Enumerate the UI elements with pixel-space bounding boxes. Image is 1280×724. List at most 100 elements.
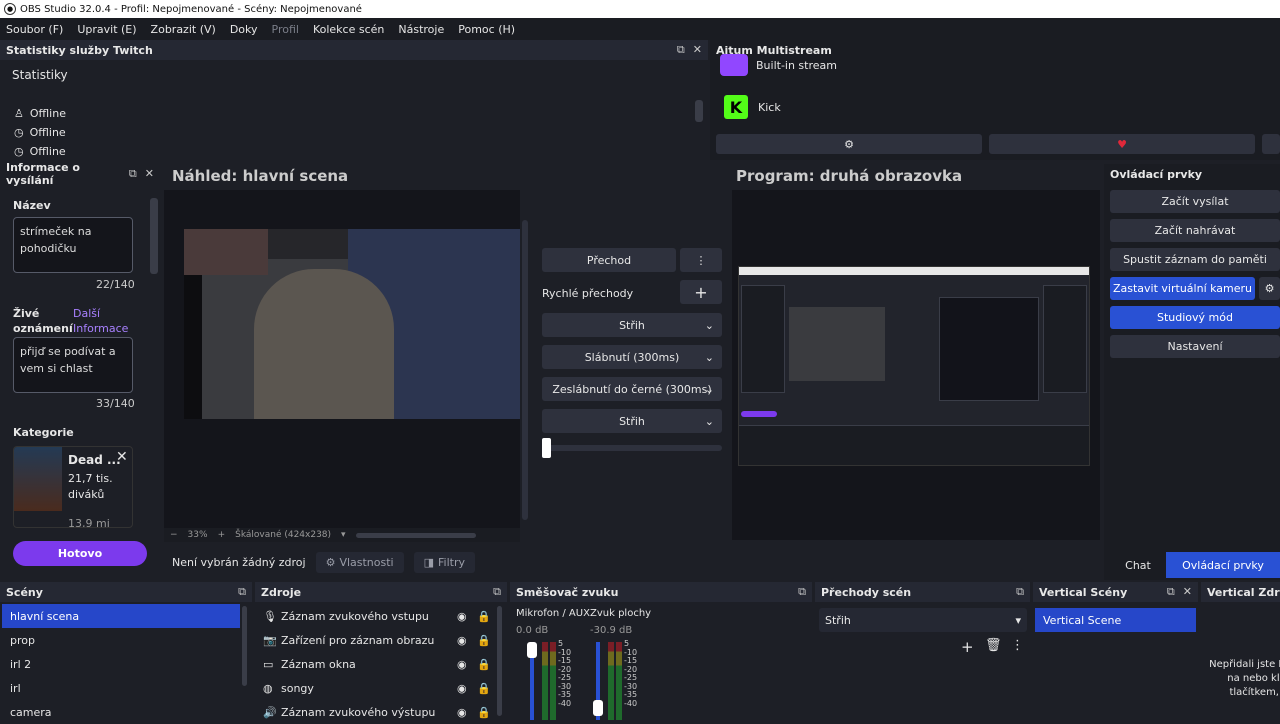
filters-button[interactable]: ◨ Filtry	[413, 551, 475, 573]
menu-profile[interactable]: Profil	[272, 23, 299, 36]
category-card[interactable]: Dead ... 21,7 tis. diváků 13,9 mi ✕	[13, 446, 133, 528]
heart-button[interactable]: ♥	[989, 134, 1255, 154]
close-icon[interactable]: ✕	[1183, 585, 1192, 599]
source-label: Zařízení pro záznam obrazu	[281, 633, 435, 647]
volume-handle[interactable]	[593, 700, 603, 716]
vu-scale: 5 -10 -15 -20 -25 -30 -35 -40	[624, 639, 637, 708]
dock-title: Informace o vysílání	[6, 161, 80, 187]
scene-item[interactable]: hlavní scena	[2, 604, 240, 628]
more-options-icon[interactable]: ⋮	[1011, 638, 1024, 653]
add-quick-transition-icon[interactable]: +	[680, 280, 722, 304]
scale-mode[interactable]: Škálované (424x238)	[235, 530, 331, 540]
quick-transition-fade[interactable]: Slábnutí (300ms) ⌄	[542, 345, 722, 369]
scene-item[interactable]: prop	[2, 628, 240, 652]
zoom-out-icon[interactable]: −	[170, 530, 178, 540]
transition-label: Slábnutí (300ms)	[584, 350, 680, 364]
scrollbar[interactable]	[150, 198, 158, 274]
visibility-eye-icon[interactable]: ◉	[457, 610, 477, 623]
float-icon[interactable]: ⧉	[798, 585, 806, 599]
more-button[interactable]	[1262, 134, 1280, 154]
float-icon[interactable]: ⧉	[1016, 585, 1024, 599]
visibility-eye-icon[interactable]: ◉	[457, 682, 477, 695]
quick-transition-cut[interactable]: Střih ⌄	[542, 313, 722, 337]
lock-icon[interactable]: 🔒	[477, 610, 491, 623]
source-item[interactable]: ◍ songy ◉ 🔒	[255, 676, 491, 700]
visibility-eye-icon[interactable]: ◉	[457, 706, 477, 719]
scene-item[interactable]: irl 2	[2, 652, 240, 676]
float-icon[interactable]: ⧉	[493, 585, 501, 599]
float-icon[interactable]: ⧉	[1167, 585, 1175, 599]
chevron-down-icon[interactable]: ▾	[341, 530, 346, 540]
menu-tools[interactable]: Nástroje	[398, 23, 444, 36]
scrollbar[interactable]	[242, 606, 247, 686]
tab-controls[interactable]: Ovládací prvky	[1166, 552, 1280, 578]
scene-item[interactable]: irl	[2, 676, 240, 700]
close-icon[interactable]: ✕	[693, 43, 702, 57]
visibility-eye-icon[interactable]: ◉	[457, 658, 477, 671]
properties-button[interactable]: ⚙ Vlastnosti	[315, 551, 404, 573]
source-label: Záznam zvukového výstupu	[281, 705, 436, 719]
settings-button[interactable]: Nastavení	[1110, 335, 1280, 358]
start-streaming-button[interactable]: Začít vysílat	[1110, 190, 1280, 213]
menu-edit[interactable]: Upravit (E)	[77, 23, 136, 36]
lock-icon[interactable]: 🔒	[477, 682, 491, 695]
add-icon[interactable]: +	[961, 638, 974, 656]
more-options-icon[interactable]: ⋮	[680, 248, 722, 272]
remove-category-icon[interactable]: ✕	[116, 449, 128, 465]
transition-select[interactable]: Střih ▾	[819, 608, 1027, 632]
visibility-eye-icon[interactable]: ◉	[457, 634, 477, 647]
dock-title-bar: Směšovač zvuku ⧉	[510, 582, 812, 602]
quick-transition-fade-black[interactable]: Zeslábnutí do černé (300ms) ⌄	[542, 377, 722, 401]
float-icon[interactable]: ⧉	[129, 167, 137, 181]
microphone-icon: 🎙	[263, 609, 277, 623]
float-icon[interactable]: ⧉	[677, 43, 685, 57]
source-item[interactable]: 🔊 Záznam zvukového výstupu ◉ 🔒	[255, 700, 491, 724]
virtual-camera-settings-icon[interactable]: ⚙	[1259, 277, 1280, 300]
stat-value: Offline	[29, 107, 66, 120]
source-item[interactable]: 📷 Zařízení pro záznam obrazu ◉ 🔒	[255, 628, 491, 652]
lock-icon[interactable]: 🔒	[477, 634, 491, 647]
menu-file[interactable]: Soubor (F)	[6, 23, 63, 36]
no-source-label: Není vybrán žádný zdroj	[172, 555, 306, 569]
float-icon[interactable]: ⧉	[238, 585, 246, 599]
stats-tab[interactable]: Statistiky	[0, 60, 708, 90]
menu-docks[interactable]: Doky	[230, 23, 258, 36]
source-item[interactable]: 🎙 Záznam zvukového vstupu ◉ 🔒	[255, 604, 491, 628]
start-replay-buffer-button[interactable]: Spustit záznam do paměti	[1110, 248, 1280, 271]
volume-handle[interactable]	[527, 642, 537, 658]
lock-icon[interactable]: 🔒	[477, 706, 491, 719]
quick-transition-cut-2[interactable]: Střih ⌄	[542, 409, 722, 433]
menu-view[interactable]: Zobrazit (V)	[151, 23, 216, 36]
lock-icon[interactable]: 🔒	[477, 658, 491, 671]
title-field[interactable]: strímeček na pohodičku	[13, 217, 133, 273]
chevron-down-icon: ▾	[1015, 613, 1021, 627]
sources-dock: Zdroje ⧉ 🎙 Záznam zvukového vstupu ◉ 🔒 📷 Zaří…	[255, 582, 507, 720]
menu-scene-collection[interactable]: Kolekce scén	[313, 23, 384, 36]
more-info-link[interactable]: Další Informace	[73, 306, 133, 336]
source-item[interactable]: ▭ Záznam okna ◉ 🔒	[255, 652, 491, 676]
start-recording-button[interactable]: Začít nahrávat	[1110, 219, 1280, 242]
transition-label: Střih	[619, 318, 645, 332]
settings-button[interactable]: ⚙	[716, 134, 982, 154]
trash-icon[interactable]: 🗑	[985, 638, 1002, 653]
transition-button[interactable]: Přechod	[542, 248, 676, 272]
done-button[interactable]: Hotovo	[13, 541, 147, 566]
zoom-in-icon[interactable]: +	[218, 530, 226, 540]
source-label: songy	[281, 681, 314, 695]
vertical-scene-item[interactable]: Vertical Scene	[1035, 608, 1196, 632]
scrollbar[interactable]	[522, 220, 528, 520]
preview-area: Náhled: hlavní scena − 33% + Škálované (…	[164, 164, 532, 544]
close-icon[interactable]: ✕	[145, 167, 154, 181]
menu-help[interactable]: Pomoc (H)	[458, 23, 515, 36]
scrollbar[interactable]	[695, 100, 703, 122]
live-notification-field[interactable]: přijď se podívat a vem si chlast	[13, 337, 133, 393]
stop-virtual-camera-button[interactable]: Zastavit virtuální kameru	[1110, 277, 1255, 300]
tbar-slider[interactable]	[542, 445, 722, 451]
scrollbar[interactable]	[497, 606, 502, 716]
studio-mode-button[interactable]: Studiový mód	[1110, 306, 1280, 329]
scene-item[interactable]: camera	[2, 700, 240, 724]
preview-canvas[interactable]	[164, 190, 528, 530]
tab-chat[interactable]: Chat	[1110, 552, 1166, 578]
horizontal-scrollbar[interactable]	[355, 532, 476, 538]
tbar-handle[interactable]	[542, 438, 551, 458]
